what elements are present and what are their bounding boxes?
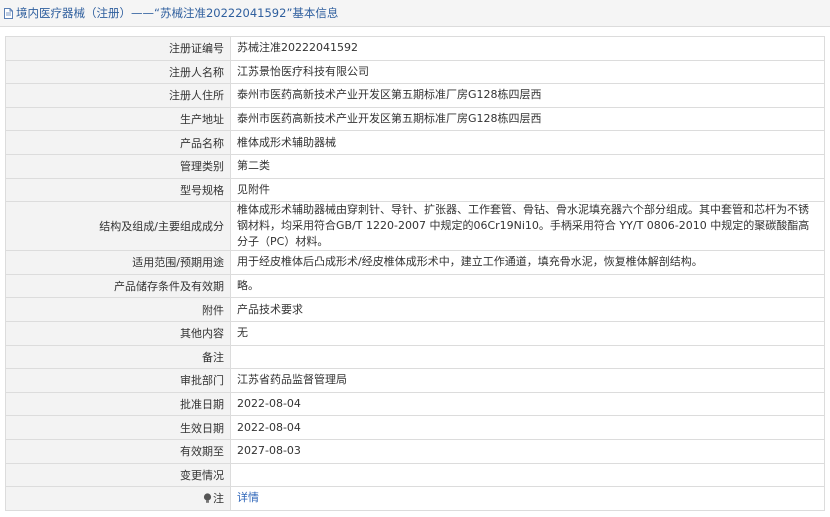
table-row-details: 注详情 xyxy=(5,486,825,511)
row-value: 用于经皮椎体后凸成形术/经皮椎体成形术中，建立工作通道，填充骨水泥，恢复椎体解剖… xyxy=(230,250,825,275)
row-value: 2022-08-04 xyxy=(230,415,825,440)
note-label-cell: 注 xyxy=(5,486,231,511)
row-label: 其他内容 xyxy=(5,320,231,346)
row-value xyxy=(230,462,825,488)
row-label: 审批部门 xyxy=(5,368,231,393)
row-label: 结构及组成/主要组成成分 xyxy=(5,201,231,252)
row-label: 生效日期 xyxy=(5,415,231,440)
table-row: 适用范围/预期用途 用于经皮椎体后凸成形术/经皮椎体成形术中，建立工作通道，填充骨… xyxy=(5,250,825,275)
table-row: 备注 xyxy=(5,344,825,370)
row-value: 无 xyxy=(230,320,825,346)
table-row: 附件 产品技术要求 xyxy=(5,297,825,322)
row-label: 注册人住所 xyxy=(5,83,231,108)
page-title-bar: 境内医疗器械（注册）——“苏械注准20222041592”基本信息 xyxy=(0,0,830,27)
row-label: 变更情况 xyxy=(5,462,231,488)
row-label: 管理类别 xyxy=(5,153,231,179)
row-label: 批准日期 xyxy=(5,391,231,417)
detail-table-container: 注册证编号 苏械注准20222041592 注册人名称 江苏景怡医疗科技有限公司 注册人… xyxy=(5,36,825,511)
table-row: 有效期至 2027-08-03 xyxy=(5,438,825,464)
details-link[interactable]: 详情 xyxy=(237,491,259,504)
row-value: 江苏省药品监督管理局 xyxy=(230,368,825,393)
table-row: 型号规格 见附件 xyxy=(5,177,825,203)
page-title: 境内医疗器械（注册）——“苏械注准20222041592”基本信息 xyxy=(16,6,339,20)
row-value: 椎体成形术辅助器械由穿刺针、导针、扩张器、工作套管、骨钻、骨水泥填充器六个部分组… xyxy=(230,201,825,252)
note-label: 注 xyxy=(213,492,224,506)
lightbulb-icon xyxy=(203,493,212,504)
table-row: 注册证编号 苏械注准20222041592 xyxy=(5,36,825,61)
row-value: 2022-08-04 xyxy=(230,391,825,417)
row-label: 型号规格 xyxy=(5,177,231,203)
row-value: 泰州市医药高新技术产业开发区第五期标准厂房G128栋四层西 xyxy=(230,106,825,132)
table-row: 产品名称 椎体成形术辅助器械 xyxy=(5,130,825,155)
row-label: 有效期至 xyxy=(5,438,231,464)
row-value xyxy=(230,344,825,370)
row-label: 产品名称 xyxy=(5,130,231,155)
row-label: 附件 xyxy=(5,297,231,322)
row-value: 见附件 xyxy=(230,177,825,203)
row-value: 第二类 xyxy=(230,153,825,179)
row-label: 注册人名称 xyxy=(5,59,231,85)
table-row: 结构及组成/主要组成成分 椎体成形术辅助器械由穿刺针、导针、扩张器、工作套管、骨钻… xyxy=(5,201,825,252)
table-row: 变更情况 xyxy=(5,462,825,488)
row-label: 注册证编号 xyxy=(5,36,231,61)
row-value: 2027-08-03 xyxy=(230,438,825,464)
table-row: 批准日期 2022-08-04 xyxy=(5,391,825,417)
row-label: 适用范围/预期用途 xyxy=(5,250,231,275)
table-row: 生产地址 泰州市医药高新技术产业开发区第五期标准厂房G128栋四层西 xyxy=(5,106,825,132)
table-row: 注册人住所 泰州市医药高新技术产业开发区第五期标准厂房G128栋四层西 xyxy=(5,83,825,108)
row-value: 江苏景怡医疗科技有限公司 xyxy=(230,59,825,85)
document-icon xyxy=(4,7,13,19)
table-row: 生效日期 2022-08-04 xyxy=(5,415,825,440)
details-cell: 详情 xyxy=(230,486,825,511)
row-label: 产品储存条件及有效期 xyxy=(5,273,231,299)
row-value: 泰州市医药高新技术产业开发区第五期标准厂房G128栋四层西 xyxy=(230,83,825,108)
row-value: 略。 xyxy=(230,273,825,299)
detail-table: 注册证编号 苏械注准20222041592 注册人名称 江苏景怡医疗科技有限公司 注册人… xyxy=(5,36,825,511)
table-row: 其他内容无 xyxy=(5,320,825,346)
row-value: 椎体成形术辅助器械 xyxy=(230,130,825,155)
row-value: 苏械注准20222041592 xyxy=(230,36,825,61)
row-label: 生产地址 xyxy=(5,106,231,132)
row-value: 产品技术要求 xyxy=(230,297,825,322)
table-row: 注册人名称 江苏景怡医疗科技有限公司 xyxy=(5,59,825,85)
table-row: 管理类别 第二类 xyxy=(5,153,825,179)
table-row: 产品储存条件及有效期 略。 xyxy=(5,273,825,299)
table-row: 审批部门 江苏省药品监督管理局 xyxy=(5,368,825,393)
row-label: 备注 xyxy=(5,344,231,370)
